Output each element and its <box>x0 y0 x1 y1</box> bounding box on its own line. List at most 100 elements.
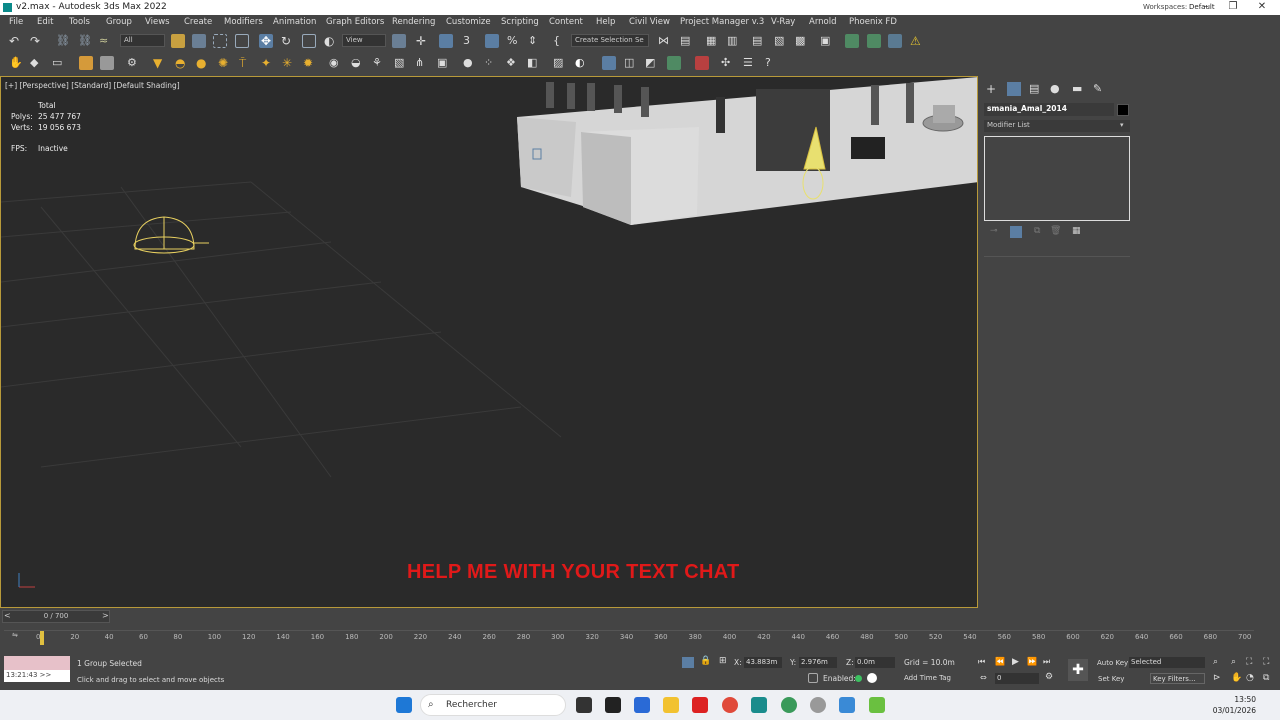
utilities-tab-icon[interactable]: ✎ <box>1093 82 1107 96</box>
zoom-extents-all-icon[interactable]: ⛶ <box>1263 657 1269 667</box>
goto-start-icon[interactable]: ⏮ <box>978 657 985 667</box>
twitch-app-icon[interactable] <box>605 697 621 713</box>
mirror-icon[interactable]: ⋈ <box>658 34 672 48</box>
phoenix-liquid-icon[interactable]: ◧ <box>527 56 541 70</box>
vray-ambient-light-icon[interactable]: ✳ <box>282 56 296 70</box>
track-bar-menu-icon[interactable]: ⇋ <box>12 631 18 639</box>
vray-ies-icon[interactable] <box>100 56 114 70</box>
maximize-viewport-icon[interactable]: ⧉ <box>1263 673 1269 683</box>
phoenix-settings-icon[interactable]: ✣ <box>721 56 735 70</box>
curve-editor-icon[interactable]: ▧ <box>774 34 788 48</box>
vray-light-icon[interactable] <box>79 56 93 70</box>
display-tab-icon[interactable]: ▬ <box>1072 82 1086 96</box>
time-tag-icon[interactable] <box>808 673 818 683</box>
phoenix-fire-icon[interactable]: ❖ <box>506 56 520 70</box>
spinner-snap-icon[interactable]: ⇕ <box>528 34 542 48</box>
absolute-mode-icon[interactable]: ⊞ <box>719 656 727 666</box>
show-end-result-icon[interactable] <box>1010 226 1022 238</box>
menu-modifiers[interactable]: Modifiers <box>224 17 263 27</box>
perspective-viewport[interactable]: [+] [Perspective] [Standard] [Default Sh… <box>0 76 978 608</box>
pin-stack-icon[interactable]: ⊸ <box>990 226 1002 238</box>
chaos-cosmos-icon[interactable] <box>602 56 616 70</box>
schematic-view-icon[interactable]: ▩ <box>795 34 809 48</box>
toggle-ribbon-icon[interactable]: ▤ <box>752 34 766 48</box>
menu-graph-editors[interactable]: Graph Editors <box>326 17 384 27</box>
menu-arnold[interactable]: Arnold <box>809 17 837 27</box>
vray-material-icon[interactable]: ⚙ <box>127 56 141 70</box>
select-rotate-icon[interactable]: ↻ <box>281 34 295 48</box>
select-by-name-icon[interactable] <box>192 34 206 48</box>
sphere-icon[interactable]: ● <box>463 56 477 70</box>
acrobat-icon[interactable] <box>692 697 708 713</box>
adaptive-degradation-icon[interactable] <box>867 673 877 683</box>
reference-coordinate-dropdown[interactable]: View <box>342 34 386 47</box>
vray-sky-icon[interactable]: ✹ <box>303 56 317 70</box>
menu-file[interactable]: File <box>9 17 23 27</box>
modifier-list-dropdown[interactable]: Modifier List <box>984 120 1130 132</box>
menu-civil-view[interactable]: Civil View <box>629 17 670 27</box>
create-tab-icon[interactable]: + <box>986 82 1000 96</box>
warning-icon[interactable]: ⚠ <box>910 34 924 48</box>
object-color-swatch[interactable] <box>1117 104 1129 116</box>
chrome-profile-icon[interactable] <box>781 697 797 713</box>
percent-snap-icon[interactable]: % <box>507 34 521 48</box>
z-coordinate-field[interactable]: 0.0m <box>855 657 895 668</box>
orbit-icon[interactable]: ◔ <box>1246 673 1254 683</box>
add-time-tag-button[interactable]: Add Time Tag <box>904 674 951 682</box>
modify-tab-icon[interactable] <box>1007 82 1021 96</box>
current-frame-field[interactable]: 0 <box>995 673 1039 684</box>
make-unique-icon[interactable]: ⧉ <box>1034 226 1046 238</box>
menu-vray[interactable]: V-Ray <box>771 17 795 27</box>
menu-rendering[interactable]: Rendering <box>392 17 435 27</box>
restore-icon[interactable]: ❐ <box>1223 1 1243 13</box>
minimize-icon[interactable]: – <box>1196 1 1216 13</box>
maxscript-mini-listener[interactable]: 13:21:43 >> <box>4 670 70 682</box>
menu-project-manager[interactable]: Project Manager v.3 <box>680 17 764 27</box>
phoenix-foam-icon[interactable] <box>667 56 681 70</box>
unlink-icon[interactable]: ⛓ <box>78 34 92 48</box>
chrome-icon[interactable] <box>722 697 738 713</box>
phoenix-ocean-icon[interactable]: ◩ <box>645 56 659 70</box>
scene-explorer-icon[interactable]: ▦ <box>706 34 720 48</box>
vray-ies-light-icon[interactable]: ⍑ <box>239 56 253 70</box>
prev-key-icon[interactable]: ⏪ <box>995 657 1005 666</box>
hand-icon[interactable]: ✋ <box>9 56 23 70</box>
material-editor-icon[interactable]: ▣ <box>820 34 834 48</box>
phoenix-list-icon[interactable]: ☰ <box>743 56 757 70</box>
menu-group[interactable]: Group <box>106 17 132 27</box>
vray-fur2-icon[interactable]: ⋔ <box>415 56 429 70</box>
menu-create[interactable]: Create <box>184 17 212 27</box>
close-icon[interactable]: ✕ <box>1252 1 1272 13</box>
file-explorer-icon[interactable] <box>663 697 679 713</box>
bind-spacewarp-icon[interactable]: ≈ <box>99 34 113 48</box>
next-key-icon[interactable]: ⏩ <box>1027 657 1037 666</box>
edit-named-selection-icon[interactable]: { <box>553 34 567 48</box>
field-of-view-icon[interactable]: ⊳ <box>1213 673 1221 683</box>
redo-icon[interactable]: ↷ <box>30 34 44 48</box>
next-frame-icon[interactable]: > <box>102 611 109 620</box>
task-view-icon[interactable] <box>576 697 592 713</box>
x-coordinate-field[interactable]: 43.883m <box>744 657 782 668</box>
pan-view-icon[interactable]: ✋ <box>1231 673 1242 683</box>
menu-views[interactable]: Views <box>145 17 170 27</box>
vray-dome-light-icon[interactable]: ◓ <box>175 56 189 70</box>
vray-proxy-icon[interactable]: ◉ <box>329 56 343 70</box>
phoenix-simulator-icon[interactable]: ◫ <box>624 56 638 70</box>
phoenix-logo-icon[interactable]: ◐ <box>575 56 589 70</box>
pen-app-icon[interactable] <box>839 697 855 713</box>
motion-tab-icon[interactable]: ● <box>1050 82 1064 96</box>
phoenix-source-icon[interactable]: ▨ <box>553 56 567 70</box>
prev-frame-icon[interactable]: < <box>4 611 11 620</box>
vray-frame-buffer-icon[interactable]: ▭ <box>52 56 66 70</box>
select-scale-icon[interactable] <box>302 34 316 48</box>
phoenix-presets-icon[interactable] <box>695 56 709 70</box>
vray-displacement-icon[interactable]: ▣ <box>437 56 451 70</box>
menu-content[interactable]: Content <box>549 17 583 27</box>
vray-logo-icon[interactable]: ◆ <box>30 56 44 70</box>
snaps-toggle-icon[interactable]: 3 <box>463 34 477 48</box>
vray-sun-icon[interactable]: ✺ <box>218 56 232 70</box>
recorder-icon[interactable] <box>810 697 826 713</box>
vray-mesh-light-icon[interactable]: ✦ <box>261 56 275 70</box>
3ds-max-icon[interactable] <box>751 697 767 713</box>
viewport-label-menu[interactable]: [+] [Perspective] [Standard] [Default Sh… <box>5 81 180 90</box>
